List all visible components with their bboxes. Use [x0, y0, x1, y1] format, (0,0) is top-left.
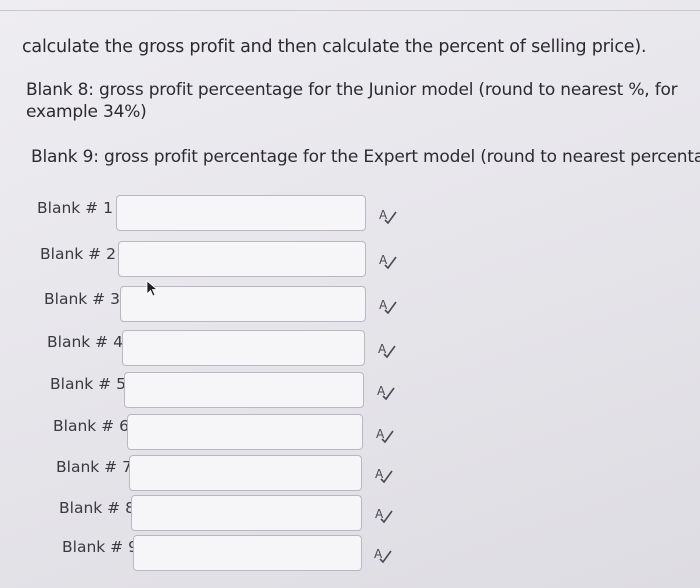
spellcheck-icon[interactable]: A: [377, 206, 399, 226]
blank-label-9: Blank # 9: [62, 538, 138, 556]
blank9-description: Blank 9: gross profit percentage for the…: [31, 147, 700, 167]
spellcheck-icon[interactable]: A: [377, 296, 399, 316]
spellcheck-icon[interactable]: A: [373, 465, 395, 485]
spellcheck-icon[interactable]: A: [375, 382, 397, 402]
svg-text:A: A: [379, 298, 388, 312]
svg-text:A: A: [377, 384, 386, 398]
blank-input-8[interactable]: [131, 495, 362, 531]
blank-label-3: Blank # 3: [44, 290, 120, 308]
blank-input-6[interactable]: [127, 414, 363, 450]
blank-label-4: Blank # 4: [47, 333, 123, 351]
blank-label-7: Blank # 7: [56, 458, 132, 476]
svg-text:A: A: [378, 342, 387, 356]
blank-label-1: Blank # 1: [37, 199, 113, 217]
spellcheck-icon[interactable]: A: [372, 545, 394, 565]
spellcheck-icon[interactable]: A: [374, 425, 396, 445]
spellcheck-icon[interactable]: A: [376, 340, 398, 360]
svg-text:A: A: [379, 208, 388, 222]
blank-label-2: Blank # 2: [40, 245, 116, 263]
mouse-cursor-icon: [146, 280, 159, 297]
svg-text:A: A: [375, 467, 384, 481]
spellcheck-icon[interactable]: A: [377, 251, 399, 271]
blank-label-5: Blank # 5: [50, 375, 126, 393]
svg-text:A: A: [376, 427, 385, 441]
question-page: calculate the gross profit and then calc…: [0, 0, 700, 588]
blank-input-4[interactable]: [122, 330, 365, 366]
blank-input-2[interactable]: [118, 241, 366, 277]
blank8-description-line1: Blank 8: gross profit perceentage for th…: [26, 80, 678, 100]
blank-input-5[interactable]: [124, 372, 364, 408]
svg-text:A: A: [375, 507, 384, 521]
divider: [0, 10, 700, 11]
blank-label-8: Blank # 8: [59, 499, 135, 517]
spellcheck-icon[interactable]: A: [373, 505, 395, 525]
svg-text:A: A: [374, 547, 383, 561]
blank8-description-line2: example 34%): [26, 102, 147, 122]
blank-input-9[interactable]: [133, 535, 362, 571]
svg-text:A: A: [379, 253, 388, 267]
blank-input-7[interactable]: [129, 455, 362, 491]
blank-input-1[interactable]: [116, 195, 366, 231]
blank-label-6: Blank # 6: [53, 417, 129, 435]
instruction-text: calculate the gross profit and then calc…: [22, 37, 647, 57]
